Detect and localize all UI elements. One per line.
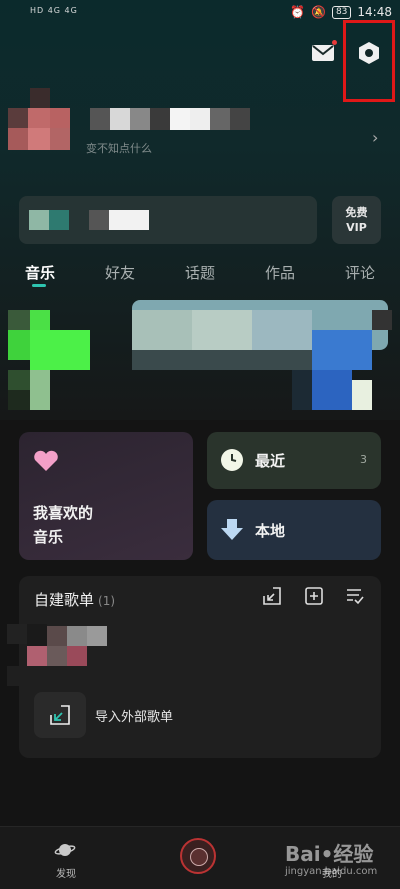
recent-label: 最近 xyxy=(255,452,286,470)
favorite-label-2: 音乐 xyxy=(33,528,64,546)
tab-topics[interactable]: 话题 xyxy=(185,262,215,283)
local-music-card[interactable]: 本地 xyxy=(207,500,381,560)
free-vip-button[interactable]: 免费 VIP xyxy=(332,196,381,244)
network-indicator: HD 4G 4G xyxy=(30,6,78,15)
manage-playlists-button[interactable] xyxy=(345,586,365,606)
settings-button[interactable] xyxy=(356,40,382,66)
profile-subtitle: 变不知点什么 xyxy=(86,142,152,155)
recent-count: 3 xyxy=(360,453,367,466)
active-tab-indicator xyxy=(32,284,46,287)
tab-comments[interactable]: 评论 xyxy=(345,262,375,283)
status-bar: HD 4G 4G ⏰ 🔕 83 14:48 xyxy=(0,0,400,26)
mail-icon xyxy=(312,45,334,61)
favorite-music-card[interactable]: 我喜欢的 音乐 xyxy=(19,432,193,560)
watermark-url: jingyan.baidu.com xyxy=(285,866,378,877)
playlists-title: 自建歌单 (1) xyxy=(34,591,116,609)
tab-works[interactable]: 作品 xyxy=(265,262,295,283)
tab-friends[interactable]: 好友 xyxy=(105,262,135,283)
now-playing-disc[interactable] xyxy=(180,838,216,874)
clock: 14:48 xyxy=(357,5,392,19)
planet-icon xyxy=(54,844,76,856)
clock-icon xyxy=(221,449,243,471)
playlists-count: (1) xyxy=(98,594,116,608)
import-external-playlist-label[interactable]: 导入外部歌单 xyxy=(95,706,173,725)
battery-indicator: 83 xyxy=(331,5,352,19)
download-arrow-icon xyxy=(221,519,243,540)
avatar[interactable] xyxy=(8,88,76,160)
created-playlists-section: 自建歌单 (1) 导入外部歌单 xyxy=(7,576,381,758)
list-check-icon xyxy=(347,589,364,605)
nav-discover-label[interactable]: 发现 xyxy=(56,865,76,880)
import-external-playlist-button[interactable] xyxy=(34,692,86,738)
playlist-cover[interactable] xyxy=(7,624,107,688)
hexagon-settings-icon xyxy=(359,42,379,64)
local-label: 本地 xyxy=(255,522,286,540)
chevron-right-icon[interactable]: › xyxy=(372,128,378,147)
member-banner[interactable] xyxy=(19,196,317,244)
recent-card[interactable]: 最近 3 xyxy=(207,432,381,489)
watermark-logo: Bai•经验 xyxy=(285,842,374,866)
import-arrow-icon xyxy=(50,705,70,725)
profile-name[interactable] xyxy=(90,108,250,130)
heart-icon xyxy=(34,450,58,471)
nav-discover[interactable] xyxy=(54,841,76,863)
plus-square-icon xyxy=(305,587,323,605)
featured-image[interactable] xyxy=(8,300,392,412)
import-icon xyxy=(263,587,281,605)
mute-icon: 🔕 xyxy=(311,5,326,19)
alarm-icon: ⏰ xyxy=(290,5,305,19)
tab-music[interactable]: 音乐 xyxy=(25,262,55,283)
profile-tabs: 音乐 好友 话题 作品 评论 xyxy=(0,258,400,288)
mail-button[interactable] xyxy=(310,40,337,64)
mail-unread-dot xyxy=(332,40,337,45)
add-playlist-button[interactable] xyxy=(304,586,324,606)
disc-center-icon xyxy=(190,848,208,866)
favorite-label-1: 我喜欢的 xyxy=(33,504,94,522)
import-playlist-button[interactable] xyxy=(262,586,282,606)
